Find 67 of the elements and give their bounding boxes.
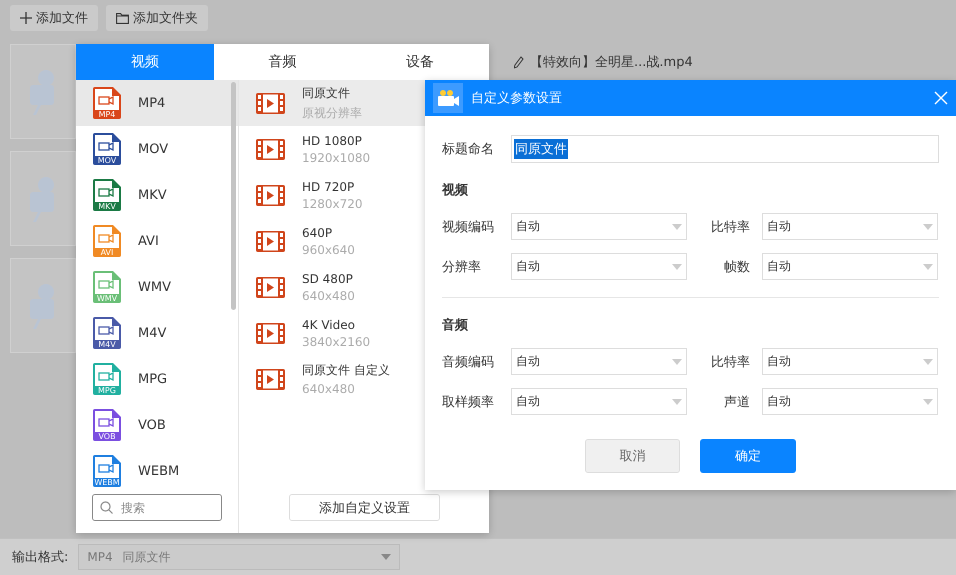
video-file-icon: M4V bbox=[93, 317, 121, 349]
field-label: 音频编码 bbox=[442, 354, 495, 370]
dropdown[interactable]: 自动 bbox=[762, 253, 938, 280]
toolbar-button[interactable]: 添加文件 bbox=[10, 5, 98, 31]
video-file-icon: AVI bbox=[93, 225, 121, 257]
dropdown[interactable]: 自动 bbox=[762, 348, 938, 375]
format-tab[interactable]: 设备 bbox=[351, 44, 490, 80]
film-play-icon bbox=[256, 138, 285, 160]
caret-icon bbox=[672, 224, 682, 230]
dropdown[interactable]: 自动 bbox=[511, 348, 687, 375]
film-play-icon bbox=[256, 322, 285, 344]
video-file-icon: MKV bbox=[93, 179, 121, 211]
caret-icon bbox=[672, 264, 682, 270]
format-tab[interactable]: 视频 bbox=[76, 44, 214, 80]
file-name: 【特效向】全明星...战.mp4 bbox=[530, 54, 693, 71]
film-play-icon bbox=[256, 230, 285, 252]
caret-icon bbox=[923, 398, 933, 404]
field-label: 标题命名 bbox=[442, 141, 495, 158]
video-file-icon: MP4 bbox=[93, 87, 121, 119]
field-label: 声道 bbox=[723, 394, 751, 410]
field-label: 比特率 bbox=[710, 354, 751, 370]
field-label: 比特率 bbox=[710, 218, 751, 236]
video-file-icon: WEBM bbox=[93, 455, 121, 487]
dropdown[interactable]: 自动 bbox=[511, 253, 687, 280]
search-icon bbox=[100, 501, 113, 514]
video-camera-icon bbox=[433, 83, 463, 113]
video-file-icon: MOV bbox=[93, 133, 121, 165]
field-label: 视频编码 bbox=[442, 218, 495, 236]
caret-icon bbox=[672, 398, 682, 404]
film-play-icon bbox=[256, 184, 285, 206]
caret-icon bbox=[381, 554, 392, 560]
caret-icon bbox=[923, 224, 933, 230]
field-label: 分辨率 bbox=[442, 258, 482, 276]
dropdown[interactable]: 自动 bbox=[762, 388, 938, 415]
cancel-button[interactable]: 取消 bbox=[585, 439, 680, 473]
video-file-icon: VOB bbox=[93, 409, 121, 441]
section-title: 视频 bbox=[442, 182, 469, 199]
dropdown[interactable]: 自动 bbox=[762, 213, 938, 240]
field-label: 帧数 bbox=[723, 258, 751, 276]
preset-item[interactable]: 同原文件 原视分辨率 bbox=[239, 80, 426, 126]
format-item[interactable]: MP4 MP4 bbox=[76, 80, 238, 126]
plus-icon bbox=[20, 12, 32, 24]
add-custom-button[interactable]: 添加自定义设置 bbox=[289, 494, 440, 521]
title-input[interactable]: 同原文件 bbox=[511, 135, 939, 163]
section-title: 音频 bbox=[442, 316, 469, 334]
film-play-icon bbox=[256, 368, 285, 390]
search-field[interactable]: 搜索 bbox=[92, 494, 222, 521]
caret-icon bbox=[923, 358, 933, 364]
close-button[interactable] bbox=[934, 91, 948, 105]
caret-icon bbox=[672, 358, 682, 364]
video-file-icon: MPG bbox=[93, 363, 121, 395]
pencil-icon[interactable] bbox=[514, 56, 524, 68]
dialog-title: 自定义参数设置 bbox=[471, 90, 563, 107]
ok-button[interactable]: 确定 bbox=[700, 439, 796, 473]
video-thumbnail[interactable] bbox=[10, 258, 76, 353]
film-play-icon bbox=[256, 92, 285, 114]
video-thumbnail[interactable] bbox=[10, 151, 76, 246]
video-file-icon: WMV bbox=[93, 271, 121, 303]
toolbar-button[interactable]: 添加文件夹 bbox=[106, 5, 208, 31]
film-play-icon bbox=[256, 276, 285, 298]
caret-icon bbox=[923, 264, 933, 270]
folder-icon bbox=[116, 12, 129, 24]
dropdown[interactable]: 自动 bbox=[511, 213, 687, 240]
dropdown[interactable]: 自动 bbox=[511, 388, 687, 415]
output-format-label: 输出格式: bbox=[12, 549, 68, 566]
field-label: 取样频率 bbox=[442, 394, 495, 410]
video-thumbnail[interactable] bbox=[10, 44, 76, 139]
